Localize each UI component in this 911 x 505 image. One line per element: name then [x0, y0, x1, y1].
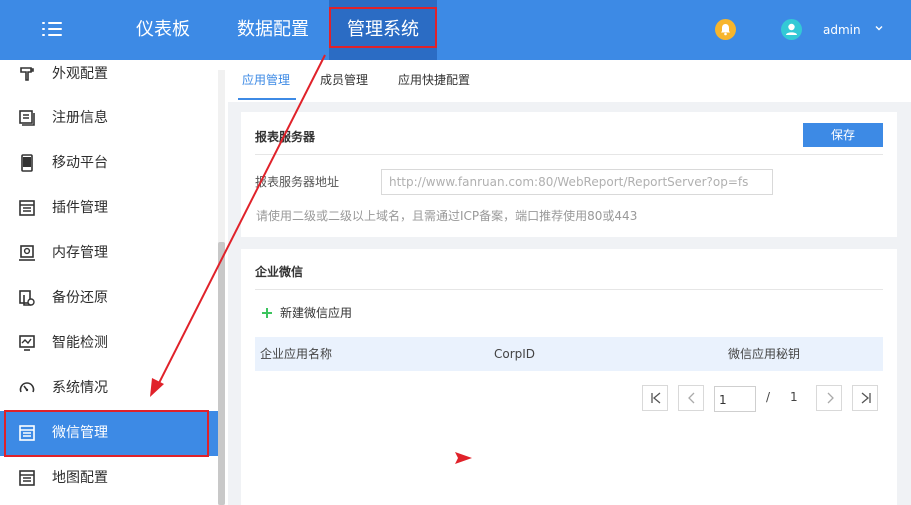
- page-separator: /: [766, 390, 771, 404]
- user-avatar-icon[interactable]: [781, 19, 802, 40]
- tab-member-management[interactable]: 成员管理: [320, 72, 368, 88]
- nav-data-config[interactable]: 数据配置: [237, 0, 309, 60]
- last-page-icon: [861, 392, 871, 404]
- report-server-title: 报表服务器: [255, 130, 316, 144]
- page-number-input[interactable]: 1: [714, 386, 756, 412]
- chevron-right-icon: [827, 392, 834, 404]
- sidebar-item-memory[interactable]: 内存管理: [0, 231, 218, 276]
- wechat-title: 企业微信: [255, 265, 304, 279]
- annotation-highlight-sidebar: [4, 410, 209, 457]
- memory-icon: [19, 245, 35, 261]
- monitor-icon: [19, 335, 35, 351]
- sidebar-scroll-thumb[interactable]: [218, 242, 225, 505]
- sidebar-item-label: 插件管理: [52, 200, 108, 216]
- save-button[interactable]: 保存: [803, 123, 883, 147]
- sidebar-item-mobile[interactable]: 移动平台: [0, 141, 218, 186]
- tab-app-quick-config[interactable]: 应用快捷配置: [398, 72, 470, 88]
- nav-dashboard[interactable]: 仪表板: [136, 0, 190, 60]
- first-page-icon: [651, 392, 661, 404]
- backup-icon: [19, 290, 35, 306]
- sidebar-item-register[interactable]: 注册信息: [0, 96, 218, 141]
- last-page-button[interactable]: [852, 385, 878, 411]
- sidebar-item-label: 外观配置: [52, 66, 108, 82]
- map-icon: [19, 470, 35, 486]
- plus-icon: [262, 308, 272, 318]
- sidebar-item-label: 地图配置: [52, 470, 108, 486]
- wechat-panel: [241, 249, 897, 505]
- user-name[interactable]: admin: [823, 21, 861, 39]
- panel-divider: [255, 154, 883, 155]
- sidebar-item-label: 移动平台: [52, 155, 108, 171]
- wechat-table-header: 企业应用名称 CorpID 微信应用秘钥: [255, 337, 883, 371]
- sidebar-item-label: 注册信息: [52, 110, 108, 126]
- sidebar-item-backup[interactable]: 备份还原: [0, 276, 218, 321]
- first-page-button[interactable]: [642, 385, 668, 411]
- prev-page-button[interactable]: [678, 385, 704, 411]
- register-icon: [19, 110, 35, 126]
- col-app-name: 企业应用名称: [260, 347, 333, 361]
- tab-app-management[interactable]: 应用管理: [242, 72, 290, 88]
- sidebar-item-label: 系统情况: [52, 380, 108, 396]
- mobile-icon: [21, 154, 33, 172]
- annotation-highlight-nav: [329, 7, 437, 48]
- sidebar-scrollbar[interactable]: [218, 70, 225, 505]
- content-tabs: 应用管理 成员管理 应用快捷配置: [228, 60, 911, 102]
- top-navbar: 仪表板 数据配置 管理系统 admin: [0, 0, 911, 60]
- report-server-address-label: 报表服务器地址: [255, 175, 340, 189]
- sidebar-item-label: 备份还原: [52, 290, 108, 306]
- report-server-address-input[interactable]: http://www.fanruan.com:80/WebReport/Repo…: [381, 169, 773, 195]
- gauge-icon: [19, 382, 35, 393]
- appearance-icon: [20, 67, 34, 81]
- col-corpid: CorpID: [494, 347, 536, 361]
- sidebar-item-label: 智能检测: [52, 335, 108, 351]
- page-total: 1: [790, 390, 798, 404]
- sidebar-item-appearance[interactable]: 外观配置: [0, 60, 218, 97]
- new-wechat-app-label: 新建微信应用: [280, 306, 353, 320]
- sidebar-item-label: 内存管理: [52, 245, 108, 261]
- sidebar-item-smart-check[interactable]: 智能检测: [0, 321, 218, 366]
- app-root: 仪表板 数据配置 管理系统 admin 外观配置 注册信息 移动平台 插件管理 …: [0, 0, 911, 505]
- menu-icon[interactable]: [42, 20, 62, 38]
- chevron-left-icon: [688, 392, 695, 404]
- panel-divider: [255, 289, 883, 290]
- col-app-secret: 微信应用秘钥: [728, 347, 801, 361]
- sidebar-item-plugin[interactable]: 插件管理: [0, 186, 218, 231]
- notification-bell-icon[interactable]: [715, 19, 736, 40]
- sidebar-item-system-status[interactable]: 系统情况: [0, 366, 218, 411]
- next-page-button[interactable]: [816, 385, 842, 411]
- chevron-down-icon[interactable]: [874, 23, 884, 33]
- sidebar-item-map[interactable]: 地图配置: [0, 456, 218, 501]
- plugin-icon: [19, 200, 35, 216]
- domain-hint-text: 请使用二级或二级以上域名，且需通过ICP备案，端口推荐使用80或443: [256, 209, 638, 223]
- active-tab-underline: [238, 98, 296, 100]
